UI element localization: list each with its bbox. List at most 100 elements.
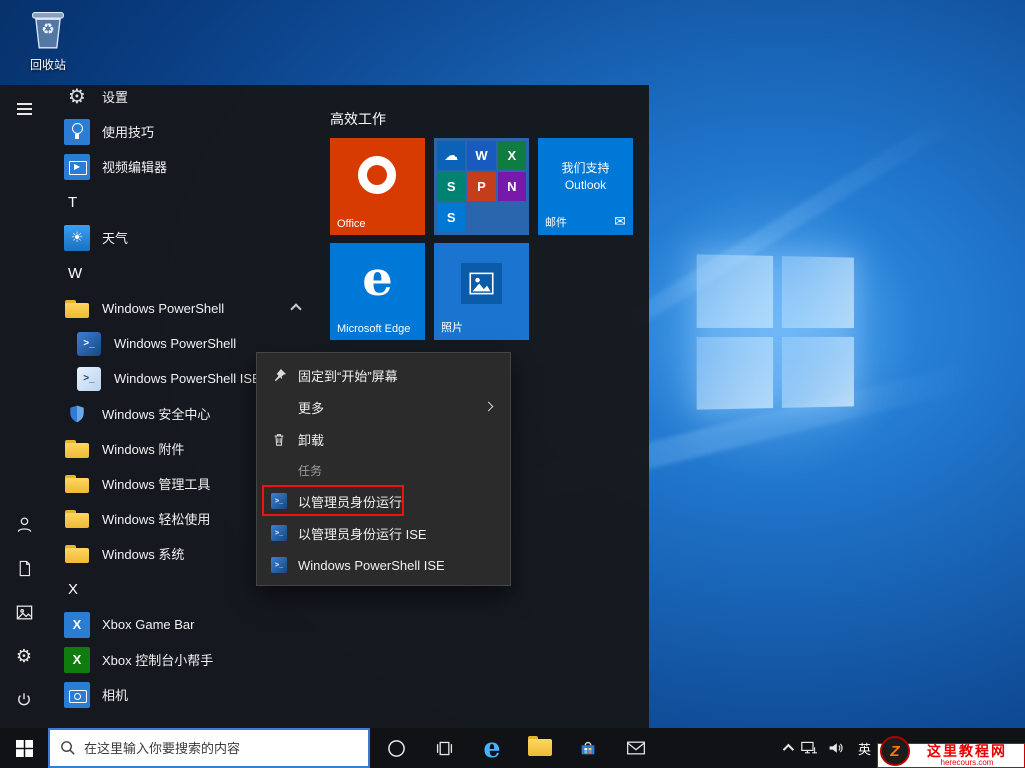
menu-item-uninstall[interactable]: 卸载 bbox=[257, 423, 510, 455]
ime-indicator[interactable]: 英 bbox=[854, 739, 875, 758]
menu-item-run-as-administrator[interactable]: 以管理员身份运行 bbox=[257, 485, 510, 517]
video-editor-icon bbox=[64, 153, 90, 180]
folder-icon bbox=[64, 541, 90, 567]
folder-icon bbox=[64, 436, 90, 462]
power-icon bbox=[18, 693, 30, 706]
app-section-w[interactable]: W bbox=[48, 255, 328, 291]
task-view-button[interactable] bbox=[420, 728, 468, 768]
shield-icon bbox=[64, 401, 90, 427]
taskbar: e 英 bbox=[0, 728, 1025, 768]
app-item-camera[interactable]: 相机 bbox=[48, 677, 328, 712]
microsoft-store-button[interactable] bbox=[564, 728, 612, 768]
tile-label: 照片 bbox=[441, 322, 463, 334]
app-group-windows-powershell[interactable]: Windows PowerShell bbox=[48, 291, 328, 326]
chevron-right-icon bbox=[483, 401, 494, 412]
powershell-context-menu: 固定到“开始”屏幕 更多 卸载 任务 以管理员身份运行 以管理员身份运行 ISE… bbox=[256, 352, 511, 586]
app-section-t[interactable]: T bbox=[48, 184, 328, 220]
expand-menu-button[interactable] bbox=[0, 87, 48, 131]
hamburger-icon bbox=[16, 103, 32, 115]
start-button[interactable] bbox=[0, 728, 48, 768]
onedrive-mini-tile[interactable] bbox=[437, 141, 466, 170]
app-label: Windows PowerShell bbox=[114, 336, 237, 351]
app-label: 设置 bbox=[102, 90, 129, 105]
app-label: Windows 系统 bbox=[102, 547, 185, 562]
file-explorer-icon bbox=[528, 736, 552, 757]
user-account-button[interactable] bbox=[0, 502, 48, 546]
documents-button[interactable] bbox=[0, 546, 48, 590]
gear-icon: ⚙ bbox=[15, 646, 33, 666]
menu-item-label: 卸载 bbox=[298, 432, 325, 448]
tile-label: 邮件 bbox=[545, 217, 567, 229]
power-button[interactable] bbox=[0, 678, 48, 722]
powershell-icon bbox=[271, 493, 287, 509]
app-item-xbox-console-companion[interactable]: Xbox 控制台小帮手 bbox=[48, 642, 328, 677]
folder-icon bbox=[64, 506, 90, 532]
app-item-settings[interactable]: 设置 bbox=[48, 85, 328, 114]
watermark-logo-icon: Z bbox=[880, 736, 910, 766]
xbox-game-bar-icon bbox=[64, 611, 90, 638]
app-label: Xbox Game Bar bbox=[102, 617, 195, 632]
tile-microsoft-edge[interactable]: e Microsoft Edge bbox=[330, 243, 425, 340]
volume-icon[interactable] bbox=[827, 740, 845, 756]
watermark-url: herecours.com bbox=[940, 757, 994, 767]
windows-wallpaper-logo bbox=[696, 254, 854, 410]
tile-office[interactable]: Office bbox=[330, 138, 425, 235]
edge-taskbar-button[interactable]: e bbox=[468, 728, 516, 768]
tasks-section-header: 任务 bbox=[298, 464, 323, 478]
envelope-icon bbox=[614, 213, 626, 231]
excel-mini-tile[interactable]: X bbox=[497, 141, 526, 170]
network-icon[interactable] bbox=[800, 740, 818, 756]
settings-button[interactable]: ⚙ bbox=[0, 634, 48, 678]
photos-icon bbox=[461, 263, 502, 304]
app-item-weather[interactable]: 天气 bbox=[48, 220, 328, 255]
tile-folder-office-apps[interactable]: W X S P N S bbox=[434, 138, 529, 235]
menu-item-run-ise-as-administrator[interactable]: 以管理员身份运行 ISE bbox=[257, 517, 510, 549]
app-label: Windows PowerShell bbox=[102, 301, 225, 316]
tile-mail[interactable]: 我们支持 Outlook 邮件 bbox=[538, 138, 633, 235]
taskbar-search-box[interactable] bbox=[48, 728, 370, 768]
menu-item-label: 更多 bbox=[298, 400, 325, 416]
app-label: 使用技巧 bbox=[102, 125, 155, 140]
folder-icon bbox=[64, 296, 90, 322]
tile-label: Microsoft Edge bbox=[337, 323, 411, 335]
sway-mini-tile[interactable]: S bbox=[437, 172, 466, 201]
app-label: Windows 管理工具 bbox=[102, 477, 211, 492]
tile-photos[interactable]: 照片 bbox=[434, 243, 529, 340]
start-menu-rail: ⚙ bbox=[0, 85, 48, 728]
camera-icon bbox=[64, 681, 90, 708]
app-item-tips[interactable]: 使用技巧 bbox=[48, 114, 328, 149]
recycle-bin-label: 回收站 bbox=[29, 58, 66, 72]
menu-item-label: 固定到“开始”屏幕 bbox=[298, 368, 398, 384]
powershell-icon bbox=[271, 525, 287, 541]
mail-button[interactable] bbox=[612, 728, 660, 768]
search-input[interactable] bbox=[84, 740, 354, 756]
tile-group-title[interactable]: 高效工作 bbox=[330, 109, 386, 129]
settings-icon bbox=[64, 85, 90, 110]
app-item-video-editor[interactable]: 视频编辑器 bbox=[48, 149, 328, 184]
pin-icon bbox=[271, 367, 287, 383]
file-explorer-button[interactable] bbox=[516, 728, 564, 768]
menu-item-label: 以管理员身份运行 bbox=[298, 494, 403, 510]
menu-item-windows-powershell-ise[interactable]: Windows PowerShell ISE bbox=[257, 549, 510, 581]
powershell-icon bbox=[271, 557, 287, 573]
mail-tile-text: 我们支持 Outlook bbox=[561, 161, 610, 192]
task-view-icon bbox=[436, 741, 452, 755]
powerpoint-mini-tile[interactable]: P bbox=[467, 172, 496, 201]
office-logo-icon bbox=[358, 156, 396, 194]
tips-icon bbox=[64, 118, 90, 145]
word-mini-tile[interactable]: W bbox=[467, 141, 496, 170]
pictures-button[interactable] bbox=[0, 590, 48, 634]
folder-icon bbox=[64, 471, 90, 497]
recycle-bin[interactable]: ♻ 回收站 bbox=[16, 6, 80, 73]
section-letter: X bbox=[68, 580, 79, 598]
show-hidden-icons-chevron[interactable] bbox=[782, 743, 795, 756]
onenote-mini-tile[interactable]: N bbox=[497, 172, 526, 201]
skype-mini-tile[interactable]: S bbox=[437, 203, 466, 232]
app-label: Windows 安全中心 bbox=[102, 407, 211, 422]
menu-item-more[interactable]: 更多 bbox=[257, 391, 510, 423]
watermark-title: 这里教程网 bbox=[927, 742, 1007, 759]
app-item-xbox-game-bar[interactable]: Xbox Game Bar bbox=[48, 607, 328, 642]
cortana-button[interactable] bbox=[372, 728, 420, 768]
menu-item-pin-to-start[interactable]: 固定到“开始”屏幕 bbox=[257, 359, 510, 391]
app-label: Windows 轻松使用 bbox=[102, 512, 211, 527]
